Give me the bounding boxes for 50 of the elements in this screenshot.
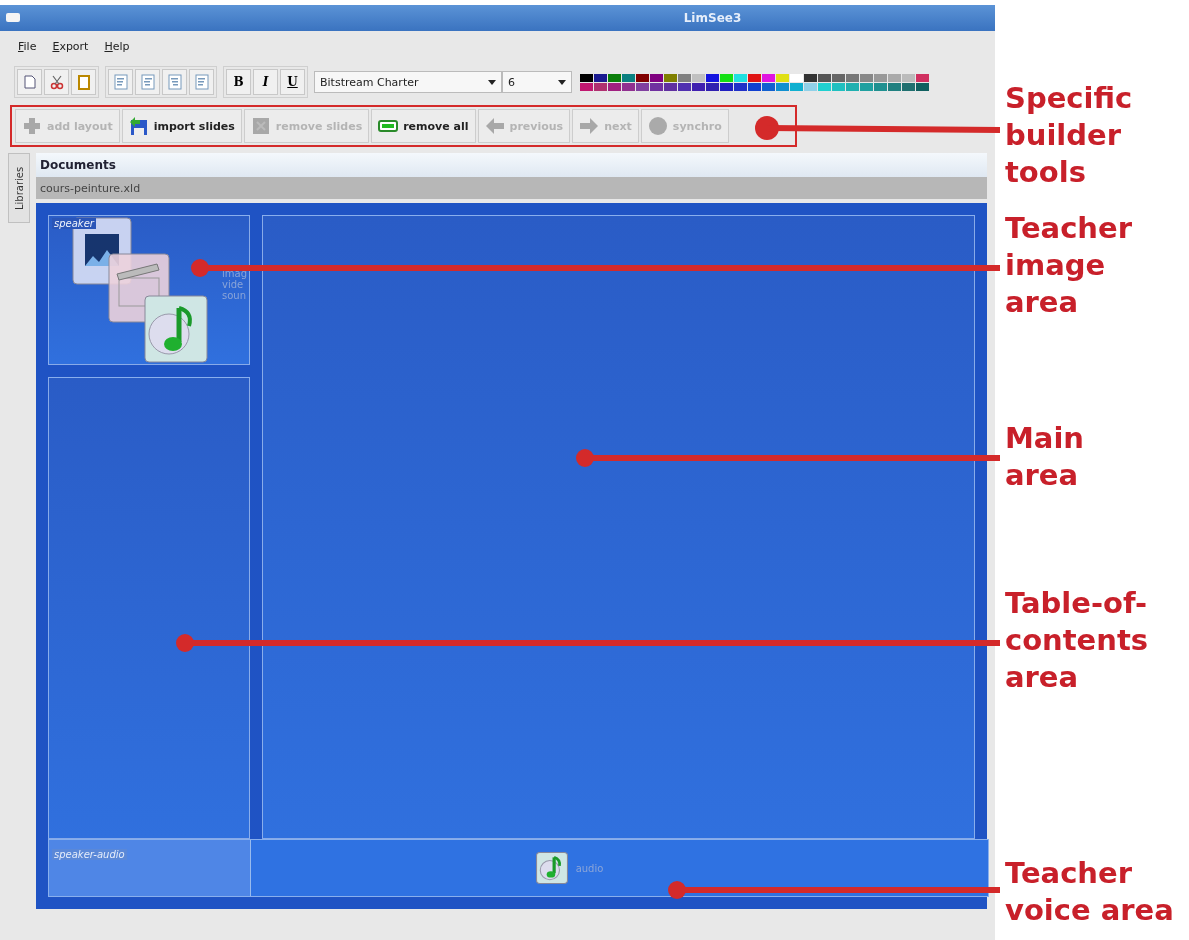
new-document-icon [21,74,38,90]
callout-label: Main area [1005,420,1085,494]
floppy-icon [128,116,149,136]
slide-icon [250,116,271,136]
callout-label: Teacher image area [1005,210,1133,321]
document-tab[interactable]: cours-peinture.xld [36,177,987,199]
builder-button[interactable]: import slides [121,109,242,143]
callout-label: Table-of-contents area [1005,585,1150,696]
caret-icon [488,79,496,85]
menu-item[interactable]: Help [100,39,134,53]
align-button[interactable] [162,69,187,95]
area-label: speaker [52,218,96,229]
align-button[interactable] [135,69,160,95]
color-palette[interactable] [580,73,929,91]
builder-button[interactable]: remove all [371,109,476,143]
audio-label: audio [575,862,604,874]
media-type-label: imag [222,268,247,279]
callout-label: Teacher voice area [1005,855,1175,929]
toolbar-button[interactable] [71,69,96,95]
media-type-label: vide [222,279,244,290]
right-arrow-icon [579,116,600,136]
music-note-icon [535,852,568,884]
side-tab[interactable]: Libraries [8,153,30,223]
font-dropdown[interactable]: Bitstream Charter [314,71,502,93]
toolbar-button[interactable] [44,69,69,95]
media-type-label: soun [222,290,247,301]
align-button[interactable] [108,69,133,95]
align-icon [166,74,183,90]
style-button[interactable]: U [280,69,305,95]
align-icon [193,74,210,90]
style-button[interactable]: I [253,69,278,95]
caret-icon [558,79,566,85]
window-icon [6,13,20,22]
menu-item[interactable]: Export [48,39,93,53]
plus-icon [22,116,42,136]
scissors-icon [48,74,65,90]
align-icon [112,74,129,90]
circle-icon [647,116,668,136]
menu-item[interactable]: File [14,39,41,53]
align-button[interactable] [189,69,214,95]
toolbar-button[interactable] [17,69,42,95]
window-title: LimSee3 [683,11,742,25]
size-dropdown[interactable]: 6 [502,71,572,93]
align-icon [139,74,156,90]
style-button[interactable]: B [226,69,251,95]
panel-title: Documents [36,153,987,177]
left-arrow-icon [484,116,505,136]
area-label: speaker-audio [52,849,127,860]
clipboard-icon [75,74,92,90]
callout-label: Specific builder tools [1005,80,1134,191]
